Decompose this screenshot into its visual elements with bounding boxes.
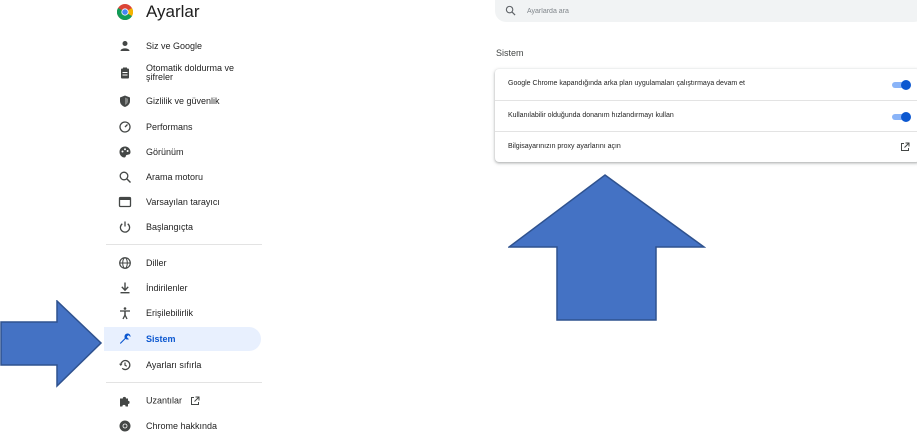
system-settings-card: Google Chrome kapandığında arka plan uyg… bbox=[495, 69, 917, 162]
sidebar-item-label: Performans bbox=[146, 121, 193, 132]
sidebar-item-you-and-google[interactable]: Siz ve Google bbox=[104, 34, 261, 58]
search-icon bbox=[118, 170, 132, 184]
person-icon bbox=[118, 39, 132, 53]
sidebar-divider bbox=[106, 244, 262, 245]
sidebar-item-label: Otomatik doldurma ve şifreler bbox=[146, 63, 235, 82]
sidebar-item-label: Görünüm bbox=[146, 146, 184, 157]
shield-icon bbox=[118, 94, 132, 108]
sidebar-item-label: İndirilenler bbox=[146, 282, 188, 293]
background-apps-toggle[interactable] bbox=[892, 80, 912, 90]
accessibility-icon bbox=[118, 306, 132, 320]
sidebar-item-label: Diller bbox=[146, 257, 167, 268]
sidebar-item-label: Erişilebilirlik bbox=[146, 307, 194, 318]
wrench-icon bbox=[118, 332, 132, 346]
setting-row-background-apps[interactable]: Google Chrome kapandığında arka plan uyg… bbox=[495, 69, 917, 100]
toggle-knob bbox=[901, 112, 911, 122]
page-title: Ayarlar bbox=[146, 2, 200, 21]
search-input[interactable] bbox=[525, 3, 829, 19]
sidebar-item-on-startup[interactable]: Başlangıçta bbox=[104, 215, 261, 239]
sidebar-item-appearance[interactable]: Görünüm bbox=[104, 140, 261, 164]
annotation-arrow-right bbox=[0, 300, 103, 388]
setting-row-hardware-acceleration[interactable]: Kullanılabilir olduğunda donanım hızland… bbox=[495, 100, 917, 132]
sidebar-item-languages[interactable]: Diller bbox=[104, 251, 261, 275]
setting-label: Kullanılabilir olduğunda donanım hızland… bbox=[508, 112, 674, 119]
sidebar-item-performance[interactable]: Performans bbox=[104, 115, 261, 139]
sidebar-item-label: Varsayılan tarayıcı bbox=[146, 196, 220, 207]
hardware-acceleration-toggle[interactable] bbox=[892, 112, 912, 122]
sidebar-item-label: Uzantılar bbox=[146, 396, 200, 406]
sidebar-item-system[interactable]: Sistem bbox=[104, 327, 261, 351]
history-icon bbox=[118, 358, 132, 372]
sidebar-item-label: Ayarları sıfırla bbox=[146, 359, 202, 370]
sidebar-item-accessibility[interactable]: Erişilebilirlik bbox=[104, 301, 261, 325]
globe-icon bbox=[118, 256, 132, 270]
browser-icon bbox=[118, 195, 132, 209]
puzzle-icon bbox=[118, 394, 132, 408]
sidebar-item-reset-settings[interactable]: Ayarları sıfırla bbox=[104, 353, 261, 377]
sidebar-item-autofill[interactable]: Otomatik doldurma ve şifreler bbox=[104, 58, 261, 88]
open-in-new-icon bbox=[191, 396, 200, 405]
sidebar-item-extensions[interactable]: Uzantılar bbox=[104, 389, 261, 413]
chrome-logo-icon bbox=[117, 4, 133, 20]
setting-label: Google Chrome kapandığında arka plan uyg… bbox=[508, 80, 745, 87]
sidebar-item-label: Chrome hakkında bbox=[146, 420, 218, 431]
sidebar-item-privacy[interactable]: Gizlilik ve güvenlik bbox=[104, 89, 261, 113]
clipboard-icon bbox=[118, 66, 132, 80]
chrome-icon bbox=[118, 419, 132, 433]
setting-label: Bilgisayarınızın proxy ayarlarını açın bbox=[508, 143, 621, 150]
power-icon bbox=[118, 220, 132, 234]
sidebar-item-label: Gizlilik ve güvenlik bbox=[146, 95, 220, 106]
open-in-new-icon[interactable] bbox=[900, 142, 910, 152]
sidebar-item-label: Arama motoru bbox=[146, 171, 204, 182]
sidebar-item-label: Sistem bbox=[146, 333, 176, 344]
sidebar-item-downloads[interactable]: İndirilenler bbox=[104, 276, 261, 300]
annotation-arrow-up bbox=[508, 174, 706, 321]
search-bar[interactable] bbox=[495, 0, 917, 22]
sidebar-item-default-browser[interactable]: Varsayılan tarayıcı bbox=[104, 190, 261, 214]
setting-row-proxy[interactable]: Bilgisayarınızın proxy ayarlarını açın bbox=[495, 131, 917, 163]
speedometer-icon bbox=[118, 120, 132, 134]
sidebar-divider bbox=[106, 382, 262, 383]
sidebar-item-label: Başlangıçta bbox=[146, 221, 194, 232]
sidebar-item-search-engine[interactable]: Arama motoru bbox=[104, 165, 261, 189]
download-icon bbox=[118, 281, 132, 295]
sidebar-item-about-chrome[interactable]: Chrome hakkında bbox=[104, 414, 261, 438]
search-icon bbox=[505, 5, 516, 16]
palette-icon bbox=[118, 145, 132, 159]
section-title: Sistem bbox=[496, 48, 524, 58]
sidebar-item-label: Siz ve Google bbox=[146, 40, 203, 51]
toggle-knob bbox=[901, 80, 911, 90]
